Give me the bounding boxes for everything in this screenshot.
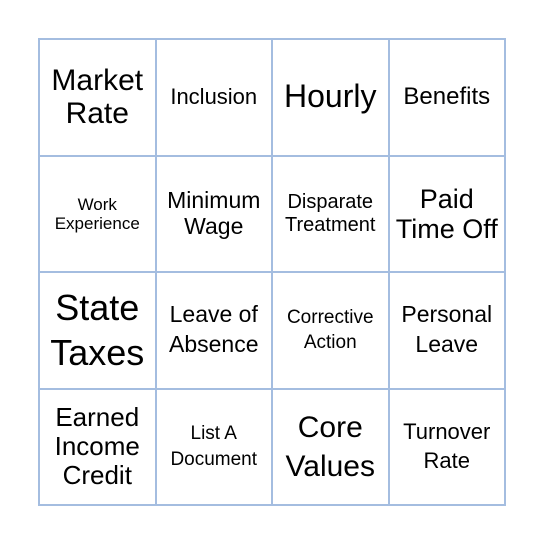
bingo-card: Market Rate Inclusion Hourly Benefits Wo… <box>38 38 506 506</box>
bingo-cell[interactable]: Minimum Wage <box>155 155 272 272</box>
bingo-cell[interactable]: Work Experience <box>39 155 156 272</box>
bingo-cell[interactable]: Market Rate <box>39 39 156 156</box>
bingo-cell[interactable]: Disparate Treatment <box>272 155 389 272</box>
bingo-cell[interactable]: Benefits <box>388 39 505 156</box>
bingo-cell[interactable]: Earned Income Credit <box>39 388 156 505</box>
bingo-cell[interactable]: List A Document <box>155 388 272 505</box>
bingo-cell[interactable]: Personal Leave <box>388 272 505 389</box>
bingo-cell[interactable]: Turnover Rate <box>388 388 505 505</box>
bingo-cell[interactable]: Corrective Action <box>272 272 389 389</box>
bingo-cell[interactable]: Hourly <box>272 39 389 156</box>
bingo-cell[interactable]: Leave of Absence <box>155 272 272 389</box>
bingo-cell[interactable]: Core Values <box>272 388 389 505</box>
bingo-cell[interactable]: Inclusion <box>155 39 272 156</box>
bingo-cell[interactable]: State Taxes <box>39 272 156 389</box>
bingo-cell[interactable]: Paid Time Off <box>388 155 505 272</box>
